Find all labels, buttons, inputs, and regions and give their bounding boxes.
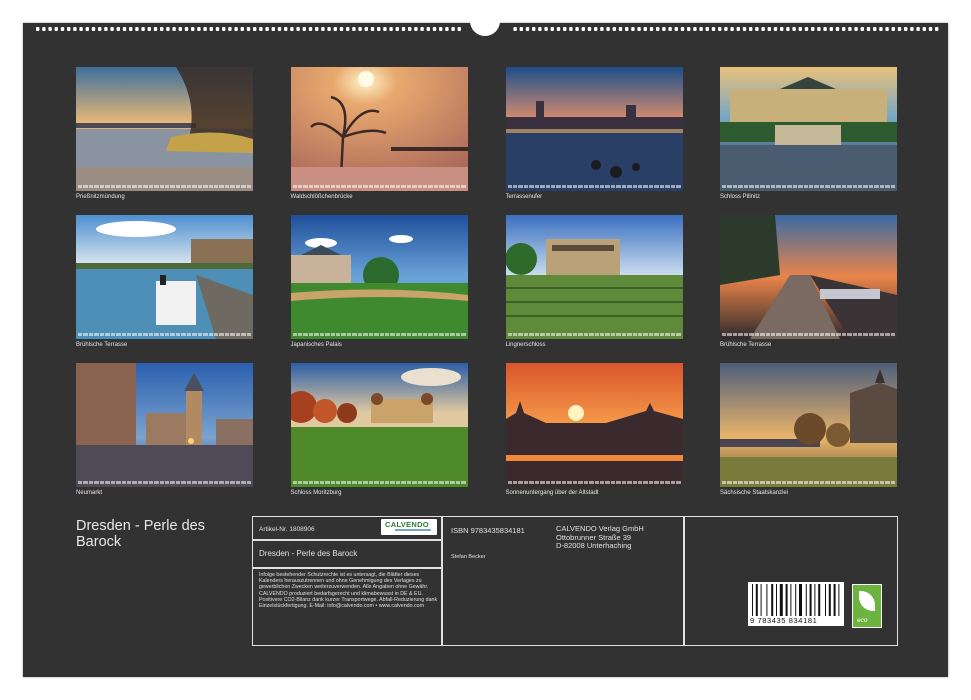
thumbnail-caption: Brühlsche Terrasse xyxy=(76,342,128,348)
article-number: Artikel-Nr. 1808906 xyxy=(259,526,315,533)
mini-calendar-strip xyxy=(78,480,251,485)
month-photo xyxy=(720,67,897,191)
calvendo-logo: CALVENDO xyxy=(381,519,437,535)
mini-calendar-strip xyxy=(292,332,466,337)
mini-calendar-strip xyxy=(292,184,466,189)
month-photo xyxy=(720,215,897,339)
thumbnail-caption: Neumarkt xyxy=(76,490,103,496)
month-photo xyxy=(505,67,683,191)
barcode: 9 783435 834181 xyxy=(748,582,846,626)
mini-calendar-strip xyxy=(292,480,466,485)
month-thumbnail: Prießnitzmündung xyxy=(76,67,253,200)
publisher-line: D-82008 Unterhaching xyxy=(556,541,632,551)
thumbnail-caption: Japanisches Palais xyxy=(290,342,342,348)
mini-calendar-strip xyxy=(78,332,251,337)
thumbnail-caption: Terrassenufer xyxy=(505,194,543,200)
thumbnail-caption: Sonnenuntergang über der Altstadt xyxy=(505,490,599,496)
author: Stefan Becker xyxy=(451,554,486,560)
month-thumbnail: Schloss Pillnitz xyxy=(720,67,897,200)
month-thumbnail: Lingnerschloss xyxy=(505,215,683,348)
mini-calendar-strip xyxy=(78,184,251,189)
mini-calendar-strip xyxy=(722,184,895,189)
month-photo xyxy=(505,363,683,487)
thumbnail-caption: Brühlsche Terrasse xyxy=(720,342,772,348)
leaf-icon xyxy=(859,591,875,611)
month-thumbnail: Waldschlößchenbrücke xyxy=(290,67,468,200)
month-thumbnail: Sonnenuntergang über der Altstadt xyxy=(505,363,683,496)
month-thumbnail: Schloss Moritzburg xyxy=(290,363,468,496)
month-thumbnail: Sächsische Staatskanzlei xyxy=(720,363,897,496)
month-photo xyxy=(290,67,468,191)
calendar-title: Dresden - Perle des Barock xyxy=(76,518,205,550)
product-title: Dresden - Perle des Barock xyxy=(259,549,358,558)
thumbnail-caption: Prießnitzmündung xyxy=(76,194,125,200)
month-photo xyxy=(505,215,683,339)
thumbnail-caption: Sächsische Staatskanzlei xyxy=(720,490,789,496)
month-thumbnail: Brühlsche Terrasse xyxy=(76,215,253,348)
mini-calendar-strip xyxy=(507,332,681,337)
thumbnail-caption: Schloss Pillnitz xyxy=(720,194,761,200)
mini-calendar-strip xyxy=(722,480,895,485)
legal-text: Infolge bestehender Schutzrechte ist es … xyxy=(259,572,438,610)
month-photo xyxy=(76,215,253,339)
month-thumbnail: Brühlsche Terrasse xyxy=(720,215,897,348)
isbn: ISBN 9783435834181 xyxy=(451,526,525,535)
month-thumbnail: Japanisches Palais xyxy=(290,215,468,348)
mini-calendar-strip xyxy=(507,480,681,485)
month-photo xyxy=(290,215,468,339)
publisher-address: CALVENDO Verlag GmbH Ottobrunner Straße … xyxy=(556,524,644,551)
info-panel: Artikel-Nr. 1808906 CALVENDO Dresden - P… xyxy=(252,516,898,646)
thumbnail-caption: Schloss Moritzburg xyxy=(290,490,342,496)
month-photo xyxy=(720,363,897,487)
mini-calendar-strip xyxy=(507,184,681,189)
mini-calendar-strip xyxy=(722,332,895,337)
month-photo xyxy=(290,363,468,487)
month-photo xyxy=(76,363,253,487)
month-thumbnail: Neumarkt xyxy=(76,363,253,496)
month-thumbnail: Terrassenufer xyxy=(505,67,683,200)
month-photo xyxy=(76,67,253,191)
eco-badge: eco xyxy=(852,584,882,628)
thumbnail-caption: Waldschlößchenbrücke xyxy=(290,194,353,200)
thumbnail-caption: Lingnerschloss xyxy=(505,342,546,348)
